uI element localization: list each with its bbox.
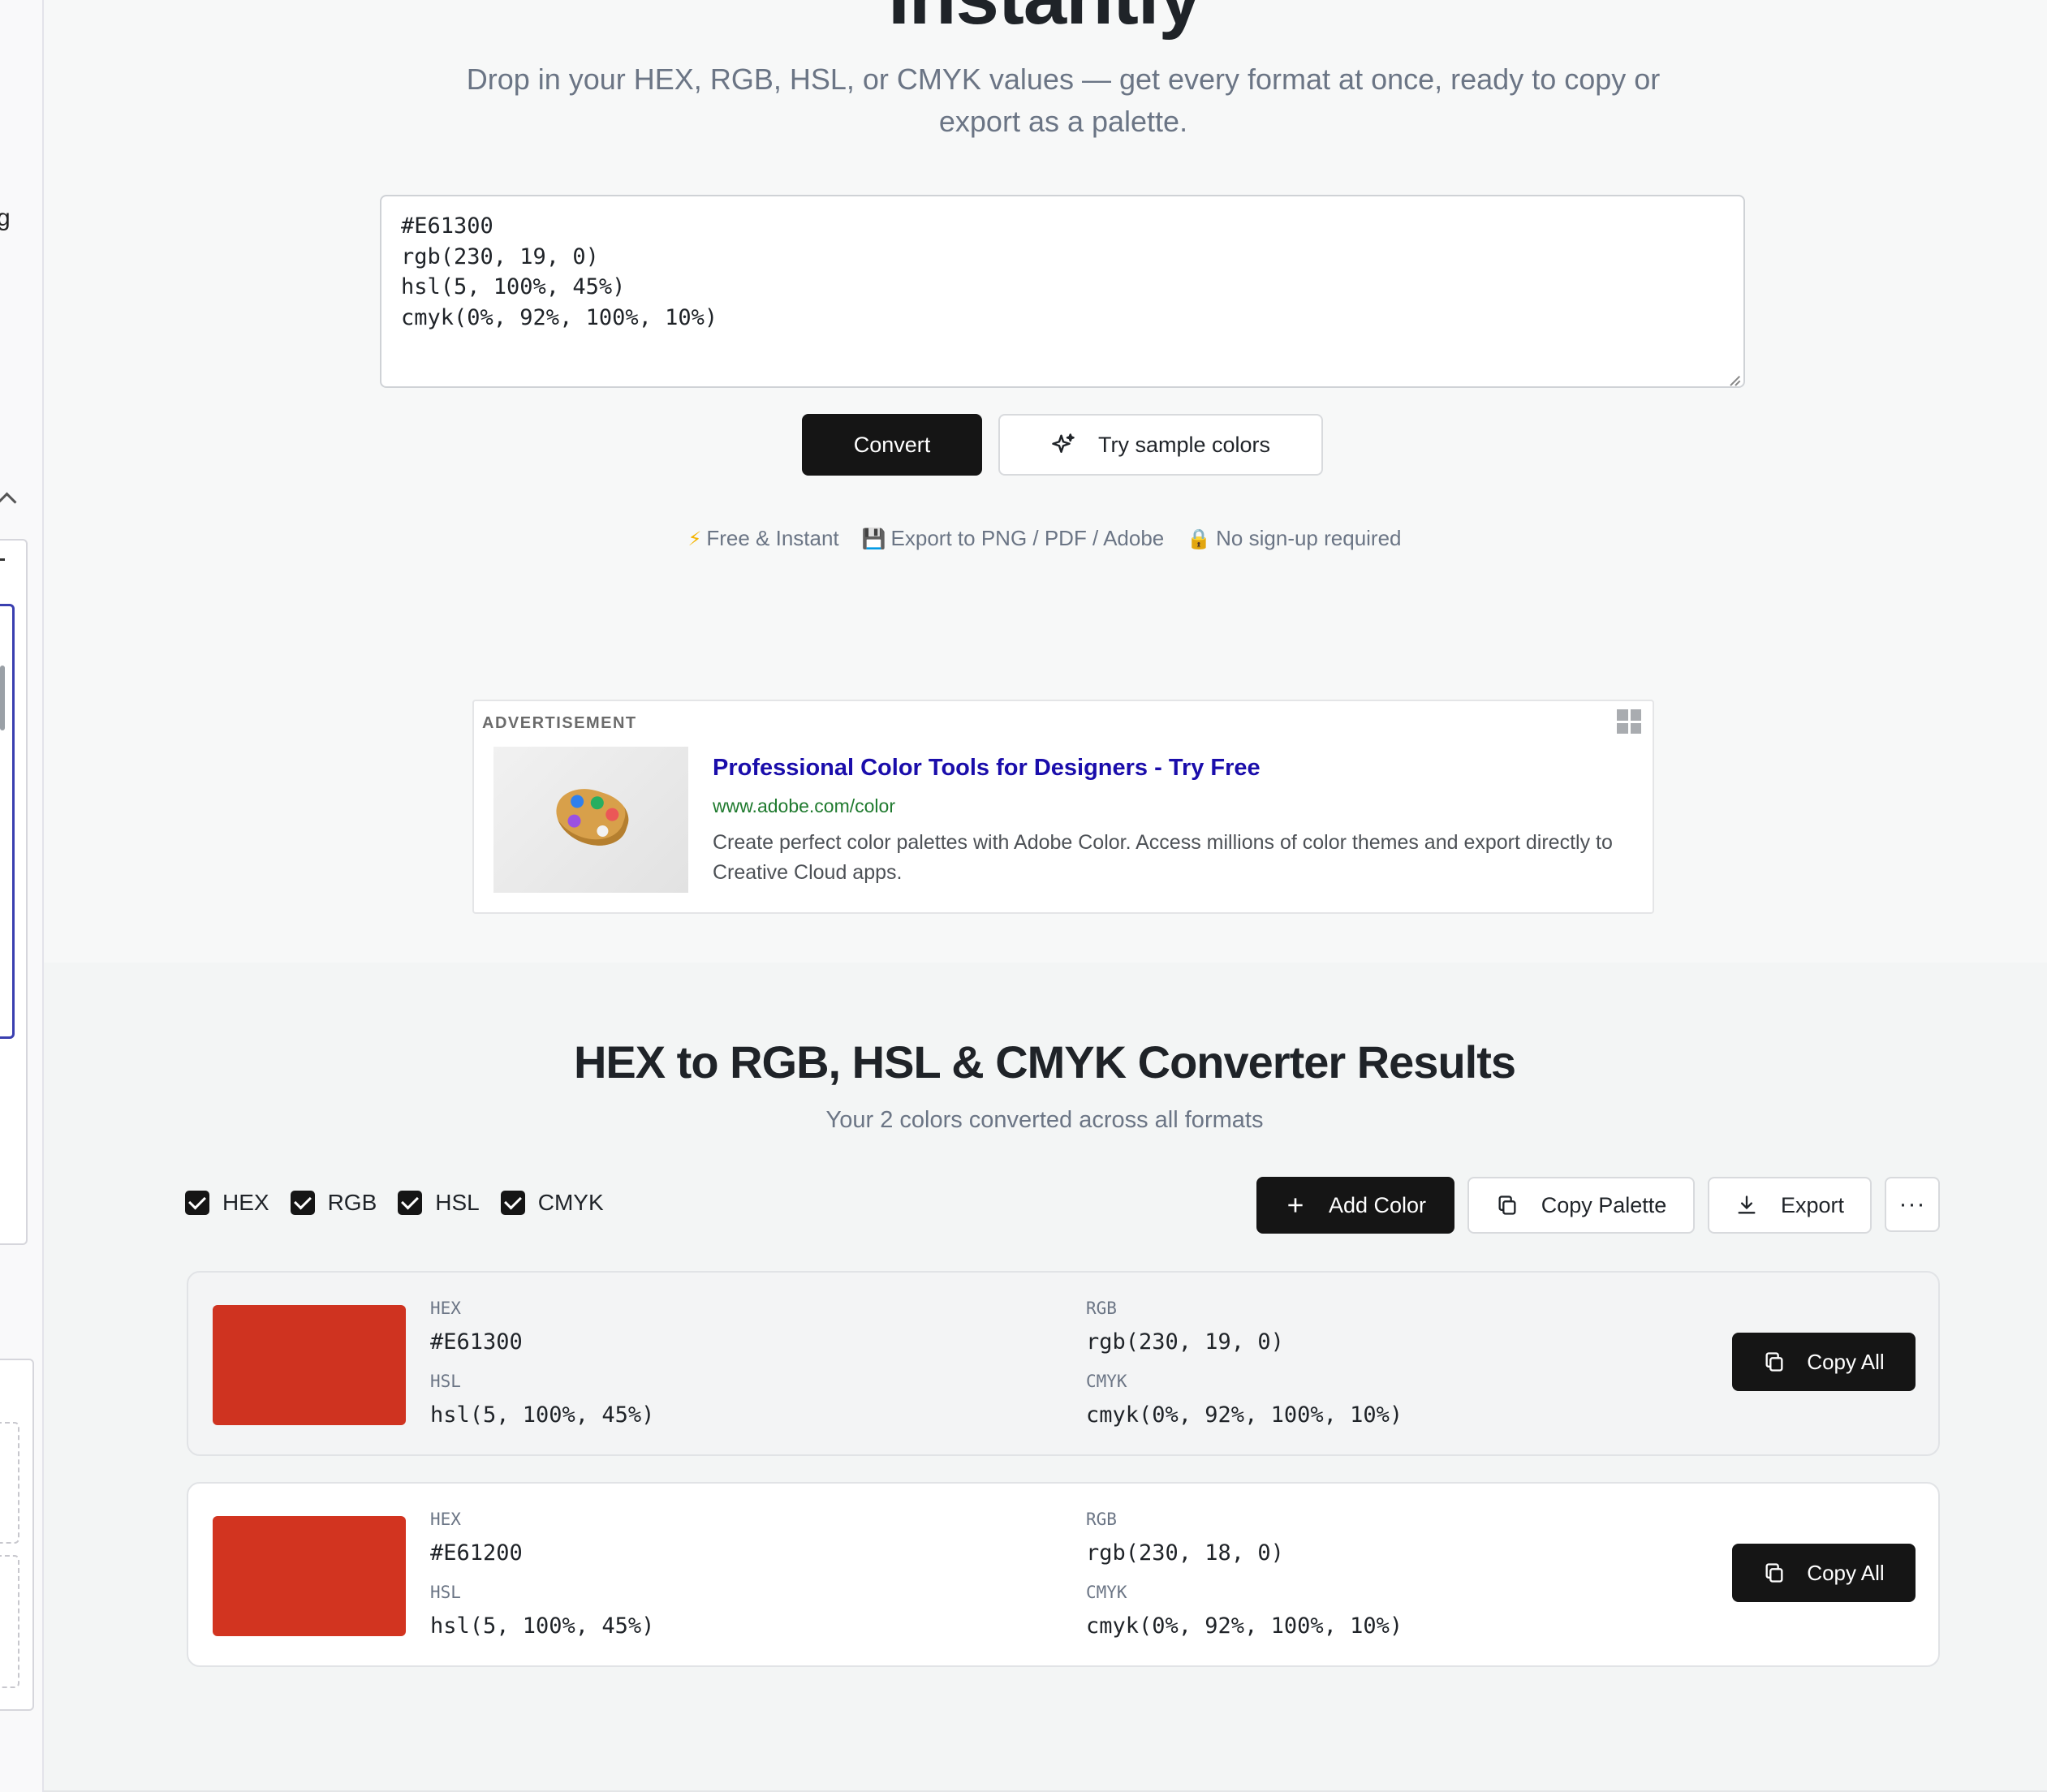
advertisement[interactable]: ADVERTISEMENT Professional Color Tools f… (472, 700, 1654, 914)
color-input-textarea[interactable] (380, 195, 1745, 388)
sidebar-dropzone[interactable] (0, 1422, 19, 1544)
copy-icon (1496, 1194, 1519, 1217)
hsl-value[interactable]: hsl(5, 100%, 45%) (430, 1402, 654, 1428)
ellipsis-icon: ··· (1898, 1191, 1926, 1217)
cmyk-value[interactable]: cmyk(0%, 92%, 100%, 10%) (1086, 1402, 1403, 1428)
rgb-value[interactable]: rgb(230, 19, 0) (1086, 1329, 1284, 1355)
feature-label: Export to PNG / PDF / Adobe (890, 526, 1165, 550)
sidebar-fragment-text: g (0, 205, 11, 231)
ad-label: ADVERTISEMENT (482, 714, 637, 732)
page: g Instantly Drop in your HEX, RGB, HSL, … (0, 0, 2047, 1792)
ad-image[interactable] (493, 747, 688, 893)
rgb-value[interactable]: rgb(230, 18, 0) (1086, 1540, 1284, 1566)
lightning-icon: ⚡ (687, 527, 702, 550)
color-card: HEX #E61200 HSL hsl(5, 100%, 45%) RGB rg… (187, 1482, 1940, 1667)
rgb-label: RGB (1086, 1299, 1117, 1318)
hex-value[interactable]: #E61300 (430, 1329, 523, 1355)
checkbox-checked-icon[interactable] (398, 1191, 423, 1215)
color-card: HEX #E61300 HSL hsl(5, 100%, 45%) RGB rg… (187, 1271, 1940, 1456)
paint-palette-icon (549, 780, 635, 855)
hex-label: HEX (430, 1299, 461, 1318)
format-toggles: HEX RGB HSL CMYK (185, 1190, 604, 1216)
ad-description: Create perfect color palettes with Adobe… (713, 831, 1613, 884)
sidebar-tick (0, 558, 5, 561)
copy-palette-label: Copy Palette (1541, 1192, 1667, 1217)
add-color-button[interactable]: Add Color (1256, 1177, 1454, 1234)
toggle-hsl[interactable]: HSL (398, 1190, 480, 1216)
color-swatch[interactable] (213, 1516, 406, 1636)
feature-label: No sign-up required (1216, 526, 1402, 550)
hex-value[interactable]: #E61200 (430, 1540, 523, 1566)
floppy-disk-icon: 💾 (861, 527, 886, 550)
hsl-label: HSL (430, 1583, 461, 1602)
lock-icon: 🔒 (1187, 527, 1212, 550)
rgb-label: RGB (1086, 1510, 1117, 1529)
copy-all-button[interactable]: Copy All (1732, 1333, 1916, 1391)
add-color-label: Add Color (1328, 1192, 1427, 1217)
plus-icon (1285, 1195, 1306, 1216)
download-icon (1735, 1194, 1758, 1217)
convert-button-label: Convert (853, 432, 931, 457)
ad-choices-icon[interactable] (1617, 709, 1641, 734)
toggle-hex[interactable]: HEX (185, 1190, 269, 1216)
chevron-up-icon[interactable] (0, 492, 17, 512)
feature-item: ⚡ Free & Instant (687, 526, 838, 551)
feature-item: 💾 Export to PNG / PDF / Adobe (862, 526, 1165, 551)
resize-handle-icon[interactable] (1729, 373, 1741, 386)
results-subtitle: Your 2 colors converted across all forma… (825, 1107, 1264, 1133)
cmyk-value[interactable]: cmyk(0%, 92%, 100%, 10%) (1086, 1613, 1403, 1639)
copy-all-label: Copy All (1807, 1349, 1885, 1374)
toggle-cmyk[interactable]: CMYK (500, 1190, 604, 1216)
copy-icon (1763, 1350, 1786, 1373)
checkbox-checked-icon[interactable] (290, 1191, 315, 1215)
feature-list: ⚡ Free & Instant 💾 Export to PNG / PDF /… (0, 526, 2047, 551)
checkbox-checked-icon[interactable] (500, 1191, 525, 1215)
hex-label: HEX (430, 1510, 461, 1529)
export-button[interactable]: Export (1708, 1177, 1872, 1234)
sidebar-dropzone[interactable] (0, 1555, 19, 1688)
copy-all-label: Copy All (1807, 1560, 1885, 1585)
ad-title-link[interactable]: Professional Color Tools for Designers -… (713, 755, 1261, 782)
color-swatch[interactable] (213, 1305, 406, 1425)
hsl-label: HSL (430, 1372, 461, 1391)
checkbox-checked-icon[interactable] (185, 1191, 209, 1215)
toggle-rgb[interactable]: RGB (290, 1190, 377, 1216)
export-label: Export (1780, 1192, 1845, 1217)
sparkles-icon (1051, 433, 1075, 457)
feature-item: 🔒 No sign-up required (1187, 526, 1401, 551)
left-sidebar: g (0, 0, 44, 1792)
toggle-label: HSL (435, 1190, 480, 1215)
feature-label: Free & Instant (706, 526, 839, 550)
toggle-label: HEX (222, 1190, 269, 1215)
cmyk-label: CMYK (1086, 1583, 1127, 1602)
sidebar-scrollbar[interactable] (0, 666, 5, 730)
toggle-label: CMYK (537, 1190, 604, 1215)
hsl-value[interactable]: hsl(5, 100%, 45%) (430, 1613, 654, 1639)
copy-all-button[interactable]: Copy All (1732, 1544, 1916, 1602)
try-sample-colors-button[interactable]: Try sample colors (998, 414, 1323, 476)
toggle-label: RGB (327, 1190, 377, 1215)
more-options-button[interactable]: ··· (1885, 1177, 1940, 1232)
convert-button[interactable]: Convert (802, 414, 982, 476)
try-sample-colors-label: Try sample colors (1097, 432, 1271, 457)
copy-palette-button[interactable]: Copy Palette (1467, 1177, 1695, 1234)
hero-subtitle: Drop in your HEX, RGB, HSL, or CMYK valu… (466, 62, 1661, 138)
hero-title: Instantly (0, 0, 2047, 42)
copy-icon (1763, 1562, 1786, 1584)
ad-url[interactable]: www.adobe.com/color (713, 795, 895, 817)
results-title: HEX to RGB, HSL & CMYK Converter Results (573, 1036, 1516, 1088)
cmyk-label: CMYK (1086, 1372, 1127, 1391)
